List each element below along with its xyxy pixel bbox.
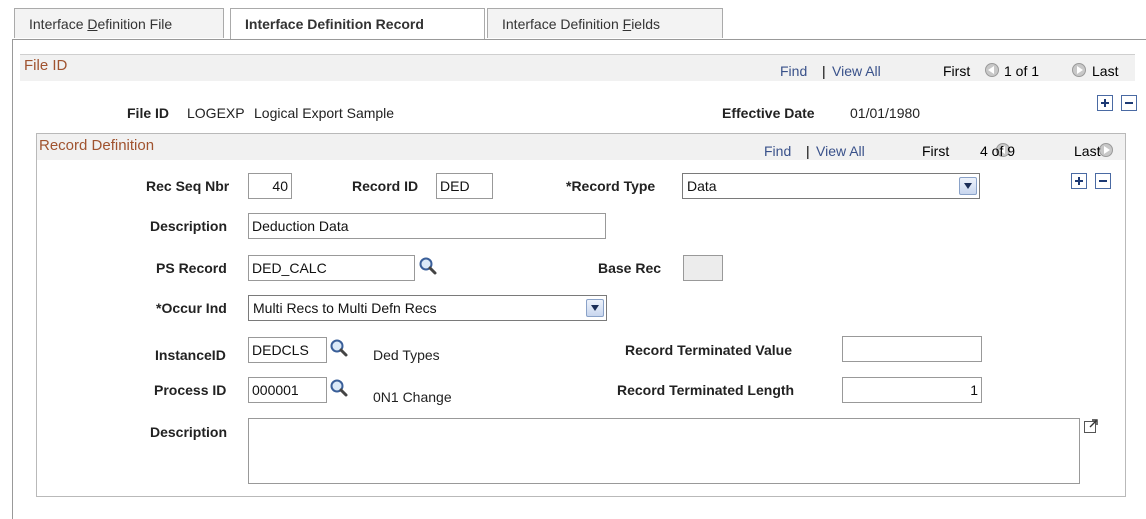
process-id-description: 0N1 Change [373,389,452,405]
effective-date-label: Effective Date [722,105,815,121]
long-description-label: Description [150,424,228,440]
delete-row-icon[interactable] [1095,173,1111,189]
tab-label: ields [631,16,660,32]
rec-seq-nbr-label: Rec Seq Nbr [146,178,230,194]
record-definition-title: Record Definition [39,137,155,154]
base-rec-checkbox[interactable] [683,255,723,281]
record-id-field[interactable]: DED [436,173,493,199]
tab-label-accelerator: F [622,16,632,32]
occur-ind-selected-value: Multi Recs to Multi Defn Recs [253,300,437,316]
record-type-label: *Record Type [566,178,656,194]
tab-label: Interface Definition [502,16,623,32]
process-id-field[interactable]: 000001 [248,377,327,403]
file-first-label[interactable]: First [943,63,970,79]
record-id-label: Record ID [352,178,419,194]
file-last-label[interactable]: Last [1092,63,1118,79]
instance-id-description: Ded Types [373,347,440,363]
magnifier-lookup-icon[interactable] [329,378,349,398]
file-id-label: File ID [127,105,170,121]
file-id-value: LOGEXP [187,105,245,121]
nav-separator: | [806,143,810,159]
tab-interface-definition-file[interactable]: Interface Definition File [14,8,224,38]
record-first-label[interactable]: First [922,143,949,159]
record-terminated-value-label: Record Terminated Value [625,342,793,358]
file-id-section-title: File ID [24,57,68,74]
nav-separator: | [822,63,826,79]
file-view-all-link[interactable]: View All [832,63,881,79]
file-find-link[interactable]: Find [780,63,807,79]
file-row-position: 1 of 1 [1004,63,1040,79]
next-circle-icon[interactable] [1098,143,1113,157]
chevron-down-icon[interactable] [586,299,604,317]
record-row-position: 4 of 9 [980,143,1016,159]
add-row-icon[interactable] [1071,173,1087,189]
tab-label: Interface Definition Record [245,16,424,32]
instance-id-label: InstanceID [155,347,226,363]
add-row-icon[interactable] [1097,95,1113,111]
tab-label: efinition File [97,16,173,32]
delete-row-icon[interactable] [1121,95,1137,111]
instance-id-field[interactable]: DEDCLS [248,337,327,363]
ps-record-field[interactable]: DED_CALC [248,255,415,281]
description-field[interactable]: Deduction Data [248,213,606,239]
record-terminated-length-field[interactable]: 1 [842,377,982,403]
record-find-link[interactable]: Find [764,143,791,159]
expand-textarea-icon[interactable] [1083,418,1099,434]
process-id-label: Process ID [154,382,227,398]
record-type-select[interactable]: Data [682,173,980,199]
file-id-description: Logical Export Sample [254,105,395,121]
tab-interface-definition-record[interactable]: Interface Definition Record [230,8,485,40]
next-circle-icon[interactable] [1071,63,1086,77]
tab-baseline [709,39,1146,40]
tab-label: Interface [29,16,88,32]
effective-date-value: 01/01/1980 [850,105,921,121]
record-last-label[interactable]: Last [1074,143,1100,159]
base-rec-label: Base Rec [598,260,662,276]
record-terminated-value-field[interactable] [842,336,982,362]
rec-seq-nbr-field[interactable]: 40 [248,173,292,199]
record-terminated-length-label: Record Terminated Length [617,382,795,398]
tab-label-accelerator: D [87,16,98,32]
prev-circle-icon[interactable] [985,63,999,77]
record-type-selected-value: Data [687,178,717,194]
occur-ind-label: *Occur Ind [156,300,227,316]
record-view-all-link[interactable]: View All [816,143,865,159]
tab-interface-definition-fields[interactable]: Interface Definition Fields [487,8,723,38]
chevron-down-icon[interactable] [959,177,977,195]
record-definition-header-bar [37,134,1125,160]
occur-ind-select[interactable]: Multi Recs to Multi Defn Recs [248,295,607,321]
long-description-textarea[interactable] [248,418,1080,484]
magnifier-lookup-icon[interactable] [418,256,438,276]
magnifier-lookup-icon[interactable] [329,338,349,358]
description-label: Description [150,218,228,234]
ps-record-label: PS Record [156,260,227,276]
